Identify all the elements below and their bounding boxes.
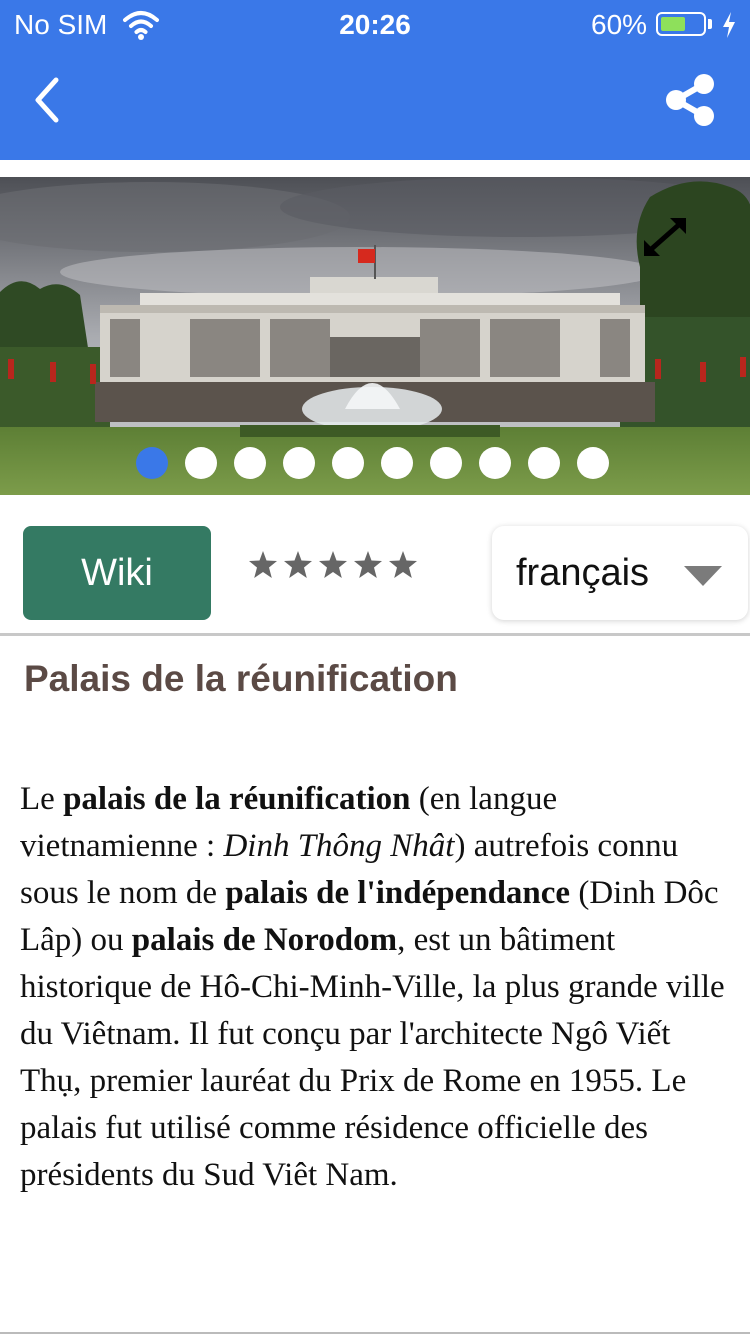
gallery-dot-7[interactable]	[430, 447, 462, 479]
gallery-dot-6[interactable]	[381, 447, 413, 479]
article-text-segment: palais de la réunification	[63, 781, 411, 817]
article-text-segment: Le	[20, 781, 64, 817]
article-body: Le palais de la réunification (en langue…	[20, 776, 735, 1199]
language-dropdown[interactable]: français	[492, 526, 748, 620]
toolbar-divider	[0, 633, 750, 636]
back-button[interactable]	[24, 72, 74, 128]
article-text-segment: palais de l'indépendance	[225, 875, 571, 911]
selected-language: français	[516, 552, 650, 594]
article-title: Palais de la réunification	[24, 658, 458, 699]
gallery-dot-8[interactable]	[479, 447, 511, 479]
article-text-segment: palais de Norodom	[131, 922, 398, 958]
rating-stars[interactable]	[248, 550, 418, 580]
status-bar: No SIM 20:26 60%	[0, 0, 750, 52]
battery-icon	[656, 12, 706, 36]
expand-icon	[644, 218, 686, 256]
gallery-dot-2[interactable]	[185, 447, 217, 479]
wiki-button-label: Wiki	[81, 551, 153, 594]
star-icon[interactable]	[248, 550, 278, 580]
action-toolbar: Wiki français	[0, 520, 750, 632]
article-text-segment: , est un bâtiment historique de Hô-Chi-M…	[20, 922, 725, 1193]
wiki-button[interactable]: Wiki	[23, 526, 211, 620]
gallery-dot-1[interactable]	[136, 447, 168, 479]
gallery-dot-9[interactable]	[528, 447, 560, 479]
star-icon[interactable]	[318, 550, 348, 580]
star-icon[interactable]	[388, 550, 418, 580]
battery-tip	[708, 19, 712, 29]
share-button[interactable]	[660, 72, 720, 128]
fullscreen-button[interactable]	[640, 214, 690, 260]
chevron-left-icon	[35, 77, 59, 123]
app-header: No SIM 20:26 60%	[0, 0, 750, 160]
share-icon	[666, 74, 714, 126]
gallery-dot-5[interactable]	[332, 447, 364, 479]
gallery-dot-3[interactable]	[234, 447, 266, 479]
star-icon[interactable]	[353, 550, 383, 580]
article-text-segment: Dinh Thông Nhât	[223, 828, 455, 864]
gallery-pagination-dots	[136, 447, 609, 479]
star-icon[interactable]	[283, 550, 313, 580]
photo-gallery[interactable]	[0, 177, 750, 495]
battery-level-fill	[661, 17, 685, 31]
gallery-dot-10[interactable]	[577, 447, 609, 479]
caret-down-icon	[684, 566, 722, 586]
gallery-dot-4[interactable]	[283, 447, 315, 479]
charging-bolt-icon	[723, 12, 735, 38]
battery-percent: 60%	[591, 9, 648, 40]
